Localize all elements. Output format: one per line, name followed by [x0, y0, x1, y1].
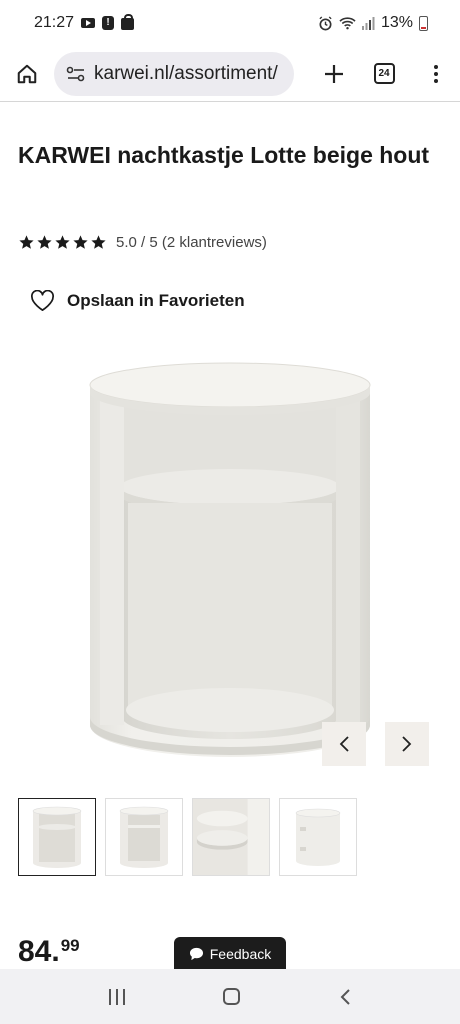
site-settings-icon[interactable]	[66, 65, 86, 83]
feedback-button[interactable]: Feedback	[174, 937, 286, 971]
price-decimals: 99	[60, 936, 80, 955]
star-icon	[55, 235, 70, 249]
alarm-icon	[319, 15, 332, 30]
system-home-button[interactable]	[223, 988, 241, 1005]
signal-icon	[361, 16, 375, 30]
battery-icon	[419, 15, 428, 31]
thumbnail-image	[32, 806, 82, 868]
star-icon	[37, 235, 52, 249]
youtube-notification-icon	[81, 18, 96, 28]
chevron-left-icon	[339, 736, 349, 752]
menu-dot	[434, 64, 438, 69]
next-image-button[interactable]	[385, 722, 429, 766]
previous-image-button[interactable]	[322, 722, 366, 766]
thumbnail-image	[193, 799, 269, 875]
status-bar: 21:27 ! 13%	[0, 0, 460, 46]
price-integer: 84.	[18, 935, 60, 968]
favorite-label: Opslaan in Favorieten	[67, 291, 245, 310]
status-time: 21:27	[34, 14, 75, 31]
browser-menu-button[interactable]	[412, 64, 460, 83]
status-right: 13%	[318, 14, 428, 32]
recent-apps-bar	[109, 988, 112, 1005]
battery-percentage: 13%	[380, 14, 413, 31]
thumbnail-image	[295, 808, 341, 866]
alert-notification-icon: !	[102, 16, 115, 30]
thumbnail-1[interactable]	[18, 798, 96, 876]
browser-toolbar: karwei.nl/assortiment/ 24	[0, 46, 460, 102]
chevron-right-icon	[402, 736, 412, 752]
recent-apps-bar	[123, 988, 126, 1005]
tab-count: 24	[373, 63, 395, 84]
back-button[interactable]	[339, 988, 351, 1006]
new-tab-button[interactable]	[312, 64, 356, 84]
status-left: 21:27 !	[34, 14, 135, 32]
product-rating[interactable]: 5.0 / 5 (2 klantreviews)	[18, 234, 267, 251]
browser-home-button[interactable]	[0, 46, 54, 102]
wifi-icon	[339, 17, 356, 30]
home-icon	[17, 64, 37, 83]
plus-icon	[325, 64, 343, 83]
rating-text[interactable]: 5.0 / 5 (2 klantreviews)	[116, 234, 267, 251]
thumbnail-4[interactable]	[279, 798, 357, 876]
tab-switcher-button[interactable]: 24	[356, 63, 412, 84]
recent-apps-bar	[116, 988, 119, 1005]
thumbnail-strip	[18, 798, 357, 876]
thumbnail-image	[119, 806, 169, 868]
star-icon	[73, 235, 88, 249]
menu-dot	[434, 78, 438, 83]
system-navigation-bar	[0, 969, 460, 1024]
star-icon	[91, 235, 106, 249]
recent-apps-button[interactable]	[109, 988, 126, 1005]
menu-dot	[434, 71, 438, 76]
url-text: karwei.nl/assortiment/	[94, 62, 278, 84]
star-icon	[19, 235, 34, 249]
address-bar[interactable]: karwei.nl/assortiment/	[54, 51, 294, 96]
product-title: KARWEI nachtkastje Lotte beige hout	[18, 142, 430, 168]
chat-bubble-icon	[189, 947, 203, 961]
save-favorite-button[interactable]: Opslaan in Favorieten	[30, 290, 245, 312]
shopping-bag-notification-icon	[121, 14, 135, 30]
feedback-label: Feedback	[209, 946, 272, 962]
thumbnail-2[interactable]	[105, 798, 183, 876]
heart-icon	[31, 290, 54, 311]
product-price: 84. 99	[18, 934, 80, 970]
thumbnail-3[interactable]	[192, 798, 270, 876]
rating-stars	[18, 234, 107, 251]
